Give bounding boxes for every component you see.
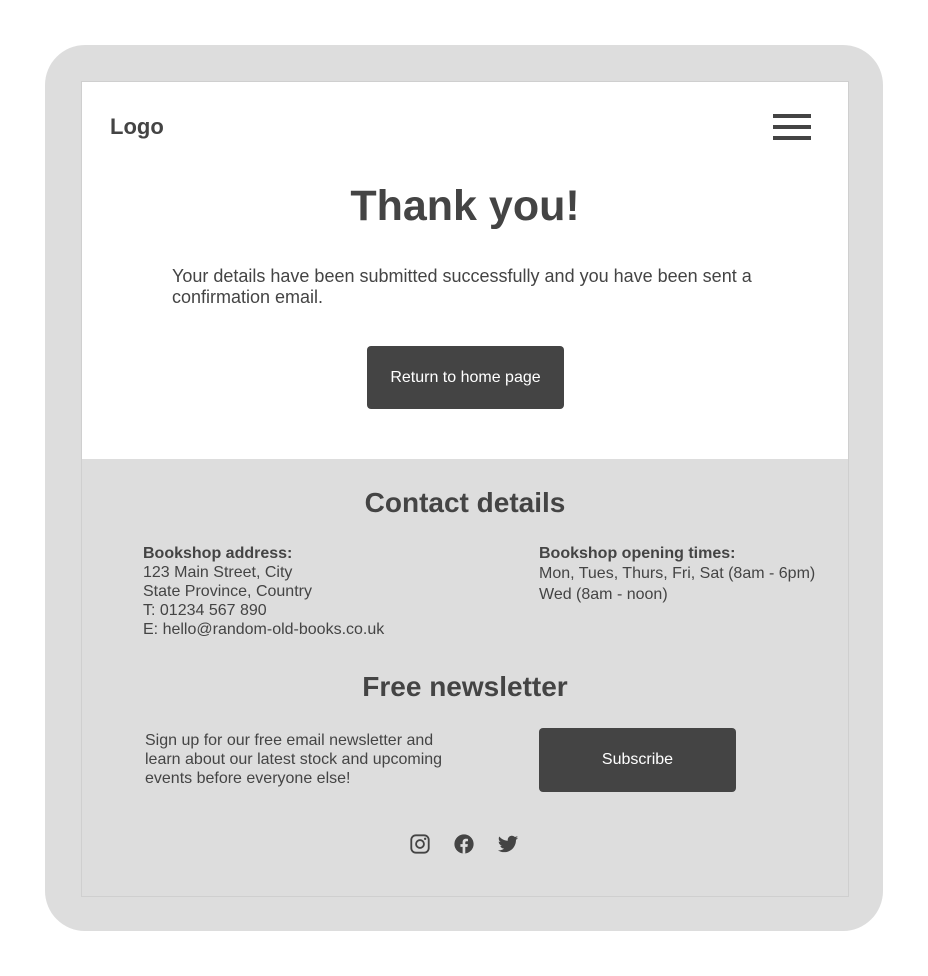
contact-details-title: Contact details: [364, 487, 566, 518]
hours-line: Mon, Tues, Thurs, Fri, Sat (8am - 6pm): [539, 565, 816, 582]
return-home-button[interactable]: Return to home page: [367, 346, 564, 409]
opening-times: Bookshop opening times: Mon, Tues, Thurs…: [539, 544, 815, 605]
phone-number: T: 01234 567 890: [143, 602, 267, 619]
hours-line: Wed (8am - noon): [539, 586, 668, 603]
menu-bar: [773, 125, 811, 129]
page-screen: Logo Thank you! Your details have been s…: [81, 81, 849, 897]
instagram-icon[interactable]: [409, 833, 431, 855]
menu-bar: [773, 136, 811, 140]
facebook-icon[interactable]: [453, 833, 475, 855]
address-line: 123 Main Street, City: [143, 564, 293, 581]
confirmation-message: Your details have been submitted success…: [172, 266, 752, 307]
footer: Contact details Bookshop address: 123 Ma…: [82, 459, 848, 896]
subscribe-button[interactable]: Subscribe: [539, 728, 736, 792]
email-address: E: hello@random-old-books.co.uk: [143, 621, 385, 638]
newsletter-description: Sign up for our free email newsletter an…: [145, 732, 443, 787]
device-frame: Logo Thank you! Your details have been s…: [45, 45, 883, 931]
address-line: State Province, Country: [143, 583, 312, 600]
page-title: Thank you!: [350, 182, 580, 230]
newsletter-title: Free newsletter: [362, 671, 568, 702]
bookshop-address: Bookshop address: 123 Main Street, City …: [143, 544, 384, 639]
hours-heading: Bookshop opening times:: [539, 545, 736, 562]
twitter-icon[interactable]: [497, 833, 519, 855]
menu-bar: [773, 114, 811, 118]
logo[interactable]: Logo: [110, 114, 164, 140]
hamburger-menu-icon[interactable]: [773, 113, 811, 141]
address-heading: Bookshop address:: [143, 545, 293, 562]
